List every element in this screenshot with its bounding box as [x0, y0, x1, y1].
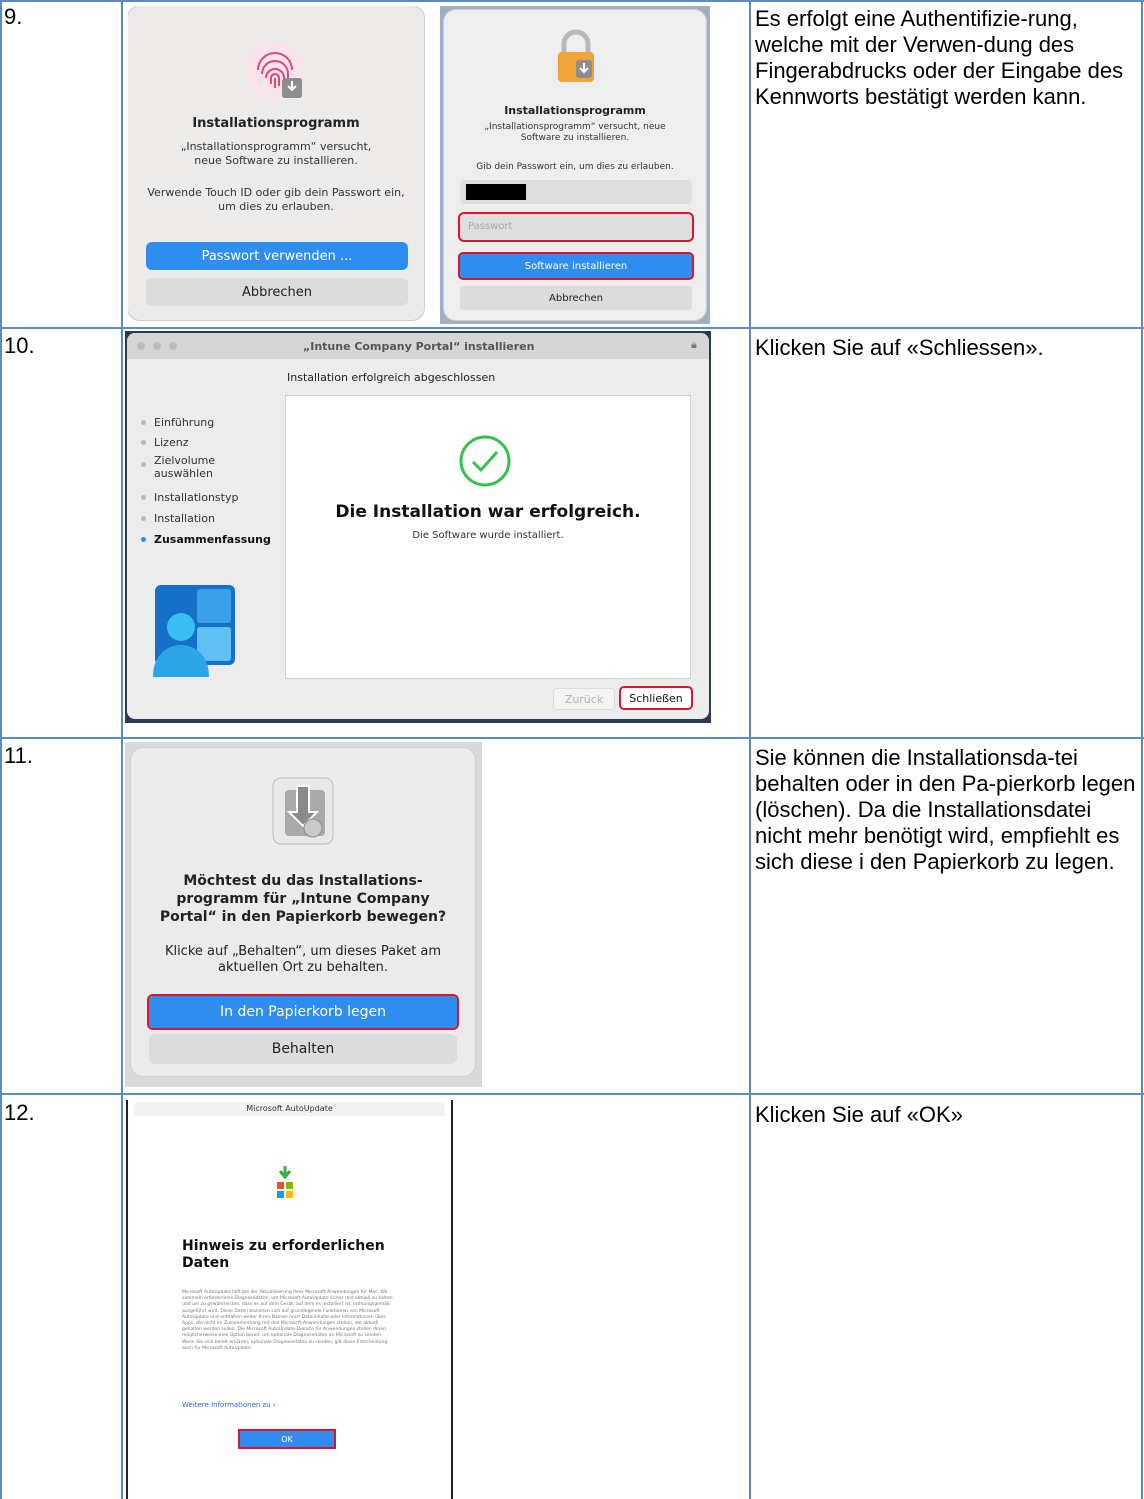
autoupdate-screenshot: Microsoft AutoUpdate Hinweis zu erforder…	[126, 1100, 453, 1499]
step-number: 12.	[4, 1100, 35, 1125]
dialog-instruction: Verwende Touch ID oder gib dein Passwort…	[147, 186, 405, 213]
table-border-left	[0, 0, 2, 1499]
window-title: „Intune Company Portal“ installieren	[303, 340, 535, 353]
sidebar-item: Installationstyp	[141, 491, 238, 504]
row-divider	[0, 327, 1144, 329]
touchid-dialog: Installationsprogramm „Installationsprog…	[128, 6, 424, 320]
sidebar-item: Zielvolume auswählen	[141, 454, 224, 480]
lock-icon	[554, 28, 598, 84]
column-divider	[121, 0, 123, 1499]
dialog-message: Klicke auf „Behalten“, um dieses Paket a…	[164, 944, 442, 975]
sidebar-item: Lizenz	[141, 436, 188, 449]
password-field[interactable]: Passwort	[458, 212, 694, 242]
sidebar-item: Installation	[141, 512, 215, 525]
trash-screenshot: Möchtest du das Installations-programm f…	[125, 742, 482, 1087]
step-description: Es erfolgt eine Authentifizie-rung, welc…	[755, 6, 1124, 109]
row-divider	[0, 737, 1144, 739]
chevron-right-icon: ›	[272, 1401, 276, 1409]
row-divider	[0, 1093, 1144, 1095]
title-bar: „Intune Company Portal“ installieren 🔒︎	[127, 333, 709, 359]
minimize-window-button[interactable]	[153, 342, 161, 350]
table-border-right	[1141, 0, 1143, 1499]
dialog-message: „Installationsprogramm“ versucht, neue S…	[484, 122, 666, 143]
installer-subtitle: Installation erfolgreich abgeschlossen	[287, 371, 496, 384]
step-number: 11.	[4, 743, 33, 768]
installer-package-icon	[271, 776, 335, 848]
dialog-instruction: Gib dein Passwort ein, um dies zu erlaub…	[476, 162, 674, 172]
move-to-trash-button[interactable]: In den Papierkorb legen	[147, 994, 459, 1030]
checkmark-icon	[458, 434, 512, 488]
back-button[interactable]: Zurück	[553, 688, 615, 710]
more-info-link[interactable]: Weitere Informationen zu ›	[182, 1401, 276, 1409]
step-description: Klicken Sie auf «Schliessen».	[755, 335, 1044, 360]
zoom-window-button[interactable]	[169, 342, 177, 350]
dialog-message: „Installationsprogramm“ versucht, neue S…	[180, 140, 372, 167]
step-number: 10.	[4, 333, 35, 358]
lock-icon: 🔒︎	[691, 338, 697, 351]
autoupdate-icon	[274, 1166, 296, 1200]
password-screenshot: Installationsprogramm „Installationsprog…	[440, 6, 710, 324]
keep-button[interactable]: Behalten	[149, 1034, 457, 1064]
success-text: Die Software wurde installiert.	[412, 530, 564, 541]
sidebar-item: Einführung	[141, 416, 214, 429]
table-border-top	[0, 0, 1144, 2]
window-title: Microsoft AutoUpdate	[134, 1102, 445, 1116]
cancel-button[interactable]: Abbrechen	[460, 286, 692, 310]
cancel-button[interactable]: Abbrechen	[146, 278, 408, 306]
step-number: 9.	[4, 4, 23, 29]
trash-dialog: Möchtest du das Installations-programm f…	[131, 748, 475, 1076]
password-dialog: Installationsprogramm „Installationsprog…	[444, 10, 706, 320]
touchid-screenshot: Installationsprogramm „Installationsprog…	[128, 6, 428, 324]
close-window-button[interactable]	[137, 342, 145, 350]
password-placeholder: Passwort	[468, 221, 513, 232]
dialog-title: Möchtest du das Installations-programm f…	[159, 873, 447, 925]
use-password-button[interactable]: Passwort verwenden ...	[146, 242, 408, 270]
dialog-title: Installationsprogramm	[192, 116, 360, 131]
notice-body: Microsoft AutoUpdate hilft bei der Aktua…	[182, 1290, 393, 1351]
install-software-button[interactable]: Software installieren	[458, 252, 694, 280]
installer-screenshot: „Intune Company Portal“ installieren 🔒︎ …	[125, 331, 711, 723]
username-field[interactable]	[460, 180, 692, 204]
success-heading: Die Installation war erfolgreich.	[335, 502, 641, 522]
redacted-username	[466, 184, 526, 200]
dialog-title: Installationsprogramm	[504, 104, 646, 117]
instruction-table: 9. Es erfolgt eine Authentifizie-rung, w…	[0, 0, 1144, 1499]
installer-window: „Intune Company Portal“ installieren 🔒︎ …	[127, 333, 709, 719]
notice-heading: Hinweis zu erforderlichen Daten	[182, 1238, 385, 1271]
step-description: Sie können die Installationsda-tei behal…	[755, 745, 1136, 874]
step-description: Klicken Sie auf «OK»	[755, 1102, 963, 1127]
close-button[interactable]: Schließen	[619, 686, 693, 710]
fingerprint-icon	[244, 40, 306, 102]
sidebar-item-active: Zusammenfassung	[141, 533, 271, 546]
column-divider	[749, 0, 751, 1499]
company-portal-icon	[147, 581, 243, 681]
ok-button[interactable]: OK	[238, 1429, 336, 1449]
content-panel: Die Installation war erfolgreich. Die So…	[285, 395, 691, 679]
